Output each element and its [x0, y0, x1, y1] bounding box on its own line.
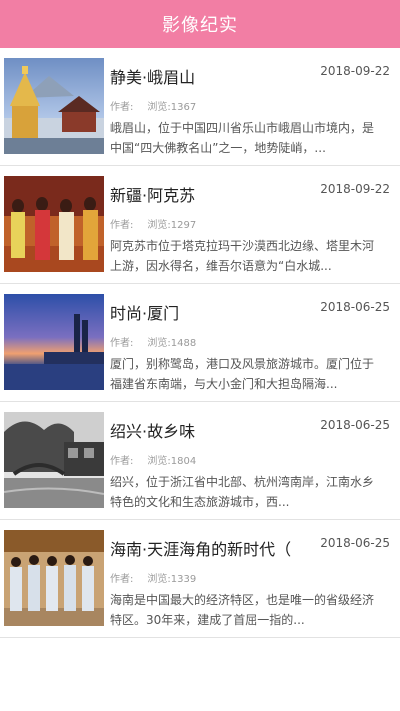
article-thumbnail[interactable] — [4, 294, 104, 390]
article-thumbnail[interactable] — [4, 530, 104, 626]
views-count: 1339 — [170, 574, 197, 585]
article-date: 2018-09-22 — [320, 64, 390, 78]
article-title[interactable]: 新疆·阿克苏 — [110, 182, 195, 206]
views-label: 浏览: — [147, 338, 171, 349]
views-label: 浏览: — [147, 220, 171, 231]
article-date: 2018-06-25 — [320, 536, 390, 550]
article-description: 绍兴，位于浙江省中北部、杭州湾南岸，江南水乡特色的文化和生态旅游城市，西... — [110, 475, 375, 509]
author-label: 作者: — [110, 574, 134, 585]
article-thumbnail[interactable] — [4, 412, 104, 508]
article-title[interactable]: 绍兴·故乡味 — [110, 418, 195, 442]
article-description: 厦门，别称鹭岛，港口及风景旅游城市。厦门位于福建省东南端，与大小金门和大担岛隔海… — [110, 357, 375, 391]
views-label: 浏览: — [147, 574, 171, 585]
author-label: 作者: — [110, 456, 134, 467]
views-count: 1367 — [170, 102, 197, 113]
article-date: 2018-06-25 — [320, 300, 390, 314]
author-label: 作者: — [110, 338, 134, 349]
views-count: 1297 — [170, 220, 197, 231]
article-list: 静美·峨眉山 2018-09-22 作者: 浏览:1367 峨眉山，位于中国四川省… — [0, 48, 400, 638]
article-meta: 作者: 浏览:1339 — [110, 570, 196, 585]
article-thumbnail[interactable] — [4, 176, 104, 272]
views-label: 浏览: — [147, 456, 171, 467]
list-item[interactable]: 新疆·阿克苏 2018-09-22 作者: 浏览:1297 阿克苏市位于塔克拉玛干… — [0, 166, 400, 284]
article-title[interactable]: 海南·天涯海角的新时代（ — [110, 536, 291, 560]
article-title[interactable]: 静美·峨眉山 — [110, 64, 195, 88]
views-label: 浏览: — [147, 102, 171, 113]
article-description: 海南是中国最大的经济特区，也是唯一的省级经济特区。30年来，建成了首屈一指的..… — [110, 593, 375, 627]
author-label: 作者: — [110, 220, 134, 231]
list-item[interactable]: 静美·峨眉山 2018-09-22 作者: 浏览:1367 峨眉山，位于中国四川省… — [0, 48, 400, 166]
article-description: 峨眉山，位于中国四川省乐山市峨眉山市境内，是中国“四大佛教名山”之一，地势陡峭，… — [110, 121, 375, 155]
article-title[interactable]: 时尚·厦门 — [110, 300, 179, 324]
list-item[interactable]: 时尚·厦门 2018-06-25 作者: 浏览:1488 厦门，别称鹭岛，港口及风… — [0, 284, 400, 402]
page-title: 影像纪实 — [162, 15, 238, 36]
views-count: 1488 — [170, 338, 197, 349]
article-meta: 作者: 浏览:1297 — [110, 216, 196, 231]
article-meta: 作者: 浏览:1488 — [110, 334, 196, 349]
article-thumbnail[interactable] — [4, 58, 104, 154]
article-date: 2018-06-25 — [320, 418, 390, 432]
views-count: 1804 — [170, 456, 197, 467]
list-item[interactable]: 海南·天涯海角的新时代（ 2018-06-25 作者: 浏览:1339 海南是中国… — [0, 520, 400, 638]
app-header: 影像纪实 — [0, 0, 400, 48]
article-meta: 作者: 浏览:1367 — [110, 98, 196, 113]
article-description: 阿克苏市位于塔克拉玛干沙漠西北边缘、塔里木河上游，因水得名，维吾尔语意为“白水城… — [110, 239, 375, 273]
article-meta: 作者: 浏览:1804 — [110, 452, 196, 467]
list-item[interactable]: 绍兴·故乡味 2018-06-25 作者: 浏览:1804 绍兴，位于浙江省中北部… — [0, 402, 400, 520]
article-date: 2018-09-22 — [320, 182, 390, 196]
author-label: 作者: — [110, 102, 134, 113]
